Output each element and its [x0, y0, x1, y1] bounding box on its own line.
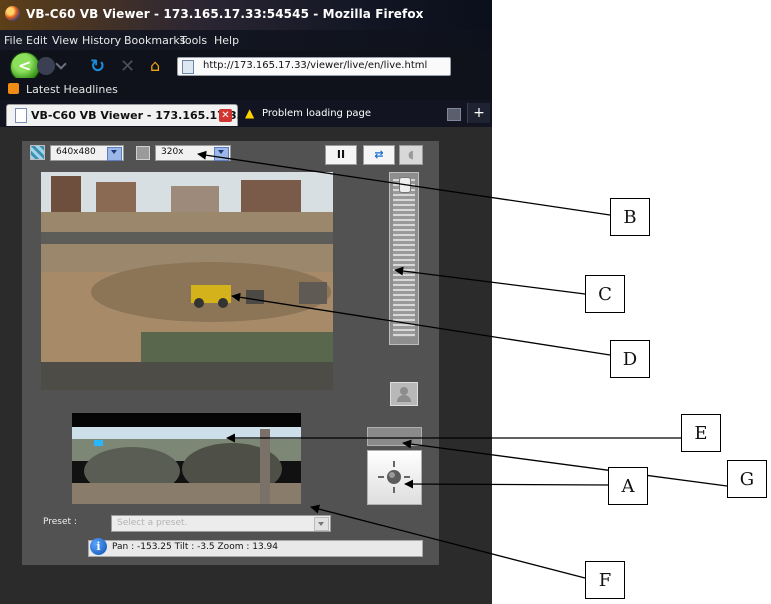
callout-g: G [727, 460, 767, 498]
arrow-g [402, 439, 728, 487]
arrow-c [394, 266, 586, 295]
callout-a: A [608, 467, 648, 505]
callout-f: F [585, 561, 625, 599]
arrow-b [197, 150, 611, 216]
callout-b: B [610, 198, 650, 236]
arrow-f [310, 504, 586, 579]
arrow-a [404, 479, 609, 489]
callout-c: C [585, 275, 625, 313]
callout-d: D [610, 340, 650, 378]
arrow-d [231, 292, 611, 356]
callout-arrows [197, 150, 728, 579]
callout-e: E [681, 414, 721, 452]
